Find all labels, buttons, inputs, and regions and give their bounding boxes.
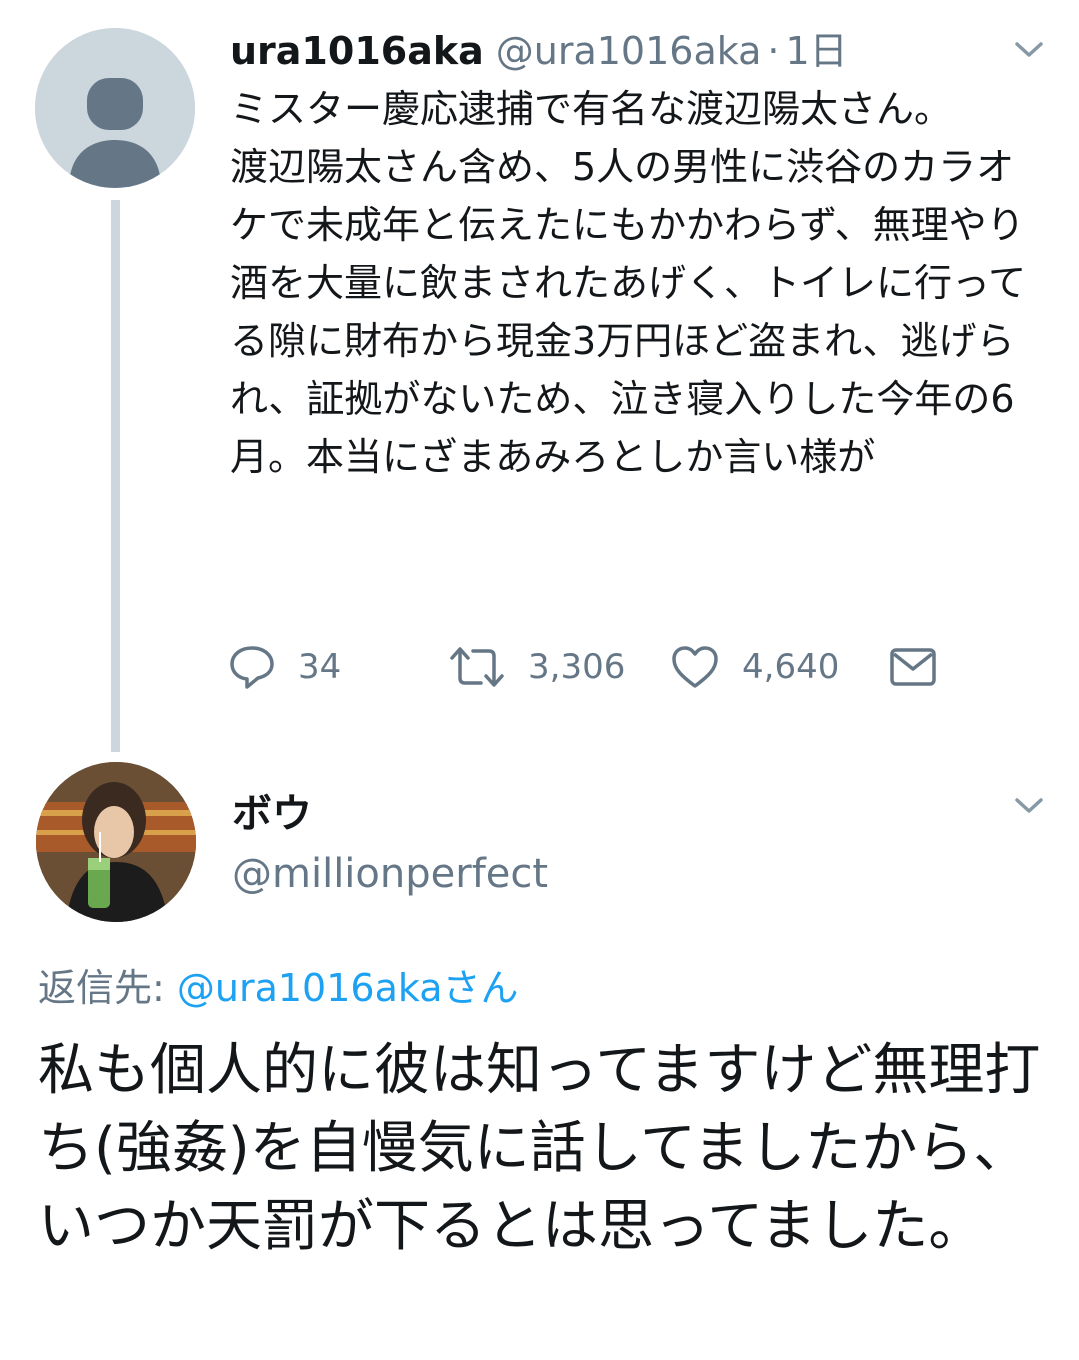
- reply-icon: [230, 646, 274, 689]
- user-photo-avatar: [36, 762, 196, 922]
- tweet-text: ミスター慶応逮捕で有名な渡辺陽太さん。 渡辺陽太さん含め、5人の男性に渋谷のカラ…: [230, 87, 1027, 479]
- replying-to-label: 返信先:: [38, 966, 177, 1010]
- like-count: 4,640: [742, 647, 840, 687]
- reply-count: 34: [298, 647, 342, 687]
- tweet-action-bar: 34 3,306 4,640: [228, 638, 948, 696]
- tweet-header: ura1016aka @ura1016aka · 1日: [230, 26, 848, 76]
- like-button[interactable]: 4,640: [670, 638, 839, 696]
- retweet-count: 3,306: [528, 647, 626, 687]
- tweet-author-name[interactable]: ura1016aka: [230, 26, 484, 76]
- replying-to: 返信先: @ura1016akaさん: [38, 960, 519, 1016]
- default-avatar-icon: [35, 28, 195, 188]
- retweet-icon: [450, 647, 504, 687]
- chevron-down-icon[interactable]: [1014, 40, 1044, 60]
- header-separator: ·: [767, 29, 780, 73]
- thread-connector-line: [111, 200, 120, 752]
- direct-message-button[interactable]: [888, 638, 938, 696]
- reply-tweet-text: 私も個人的に彼は知ってますけど無理打ち(強姦)を自慢気に話してましたから、いつか…: [38, 1038, 1041, 1259]
- chevron-down-icon[interactable]: [1014, 796, 1044, 816]
- reply-author-name[interactable]: ボウ: [232, 786, 312, 842]
- like-icon: [672, 646, 718, 688]
- reply-button[interactable]: 34: [228, 638, 341, 696]
- tweet-author-handle[interactable]: @ura1016aka: [496, 26, 762, 76]
- tweet-timestamp[interactable]: 1日: [785, 26, 847, 76]
- avatar-photo[interactable]: [36, 762, 196, 922]
- direct-message-icon: [890, 648, 936, 686]
- replying-to-handle-link[interactable]: @ura1016akaさん: [177, 966, 519, 1010]
- retweet-button[interactable]: 3,306: [448, 638, 625, 696]
- avatar-default[interactable]: [35, 28, 195, 188]
- reply-author-handle[interactable]: @millionperfect: [232, 846, 548, 902]
